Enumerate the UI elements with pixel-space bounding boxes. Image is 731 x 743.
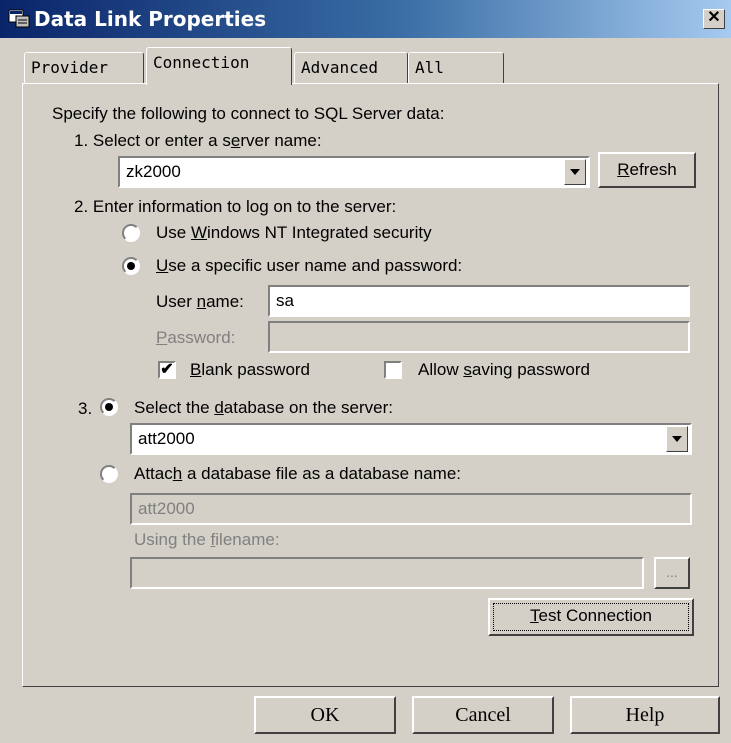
password-label: Password: [156, 328, 236, 347]
chevron-down-icon [570, 169, 580, 175]
radio-attach-database-label: Attach a database file as a database nam… [134, 464, 462, 483]
blank-password-label: Blank password [190, 360, 311, 379]
radio-specific-user-label: Use a specific user name and password: [156, 256, 463, 275]
database-value: att2000 [138, 429, 195, 448]
allow-saving-label: Allow saving password [418, 360, 590, 379]
close-button[interactable]: ✕ [703, 9, 725, 29]
radio-nt-security[interactable] [122, 224, 140, 242]
database-combo[interactable]: att2000 [130, 423, 692, 455]
server-name-label: 1. Select or enter a server name: [74, 131, 322, 150]
cancel-button[interactable]: Cancel [412, 696, 554, 734]
tab-connection[interactable]: Connection [146, 47, 292, 85]
refresh-button[interactable]: Refresh [598, 152, 696, 188]
radio-select-database-label: Select the database on the server: [134, 398, 393, 417]
logon-info-label: 2. Enter information to log on to the se… [74, 197, 397, 216]
help-button[interactable]: Help [570, 696, 720, 734]
attach-database-name-input[interactable]: att2000 [130, 493, 692, 525]
server-name-value: zk2000 [126, 162, 181, 181]
username-input[interactable]: sa [268, 285, 690, 317]
tab-all[interactable]: All [408, 52, 504, 83]
tab-join [148, 82, 290, 85]
browse-button[interactable]: ... [654, 557, 690, 589]
allow-saving-checkbox[interactable] [384, 361, 402, 379]
username-value: sa [276, 291, 294, 310]
attach-database-value: att2000 [138, 499, 195, 518]
server-dropdown-button[interactable] [564, 159, 586, 185]
test-connection-button[interactable]: Test Connection [488, 598, 694, 636]
radio-specific-user[interactable] [122, 257, 140, 275]
filename-input[interactable] [130, 557, 644, 589]
tab-provider[interactable]: Provider [24, 52, 144, 83]
server-name-combo[interactable]: zk2000 [118, 156, 590, 188]
close-icon: ✕ [707, 9, 721, 26]
username-label: User name: [156, 292, 244, 311]
database-dropdown-button[interactable] [666, 426, 688, 452]
ok-button[interactable]: OK [254, 696, 396, 734]
radio-attach-database[interactable] [100, 465, 118, 483]
data-link-icon [8, 9, 30, 28]
step3-number: 3. [78, 399, 93, 418]
tab-advanced[interactable]: Advanced [294, 52, 408, 83]
blank-password-checkbox[interactable]: ✔ [158, 361, 176, 379]
chevron-down-icon [672, 436, 682, 442]
intro-text: Specify the following to connect to SQL … [52, 104, 445, 123]
radio-nt-security-label: Use Windows NT Integrated security [156, 223, 432, 242]
filename-label: Using the filename: [134, 530, 280, 549]
window-title: Data Link Properties [34, 7, 267, 31]
password-input[interactable] [268, 321, 690, 353]
radio-select-database[interactable] [100, 398, 118, 416]
